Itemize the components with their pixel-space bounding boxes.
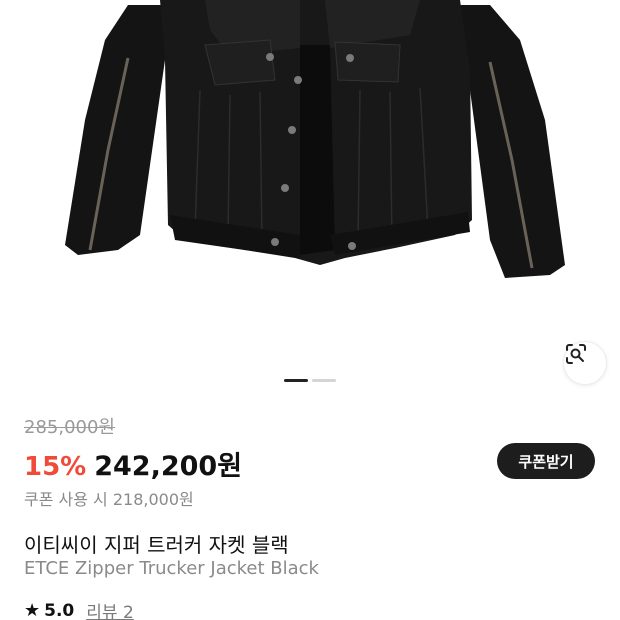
- product-title-english: ETCE Zipper Trucker Jacket Black: [24, 558, 319, 579]
- pager-dot[interactable]: [312, 379, 336, 382]
- product-title-korean: 이티씨이 지퍼 트러커 자켓 블랙: [24, 533, 289, 557]
- coupon-price: 쿠폰 사용 시 218,000원: [24, 490, 194, 509]
- get-coupon-button[interactable]: 쿠폰받기: [497, 443, 595, 479]
- star-icon: ★: [24, 599, 41, 620]
- lens-search-button[interactable]: [563, 341, 607, 385]
- original-price: 285,000원: [24, 417, 115, 438]
- discount-rate: 15%: [24, 452, 87, 482]
- jacket-image: [65, 0, 565, 278]
- rating-row: ★ 5.0 리뷰 2: [24, 598, 134, 620]
- pager-dot-active[interactable]: [284, 379, 308, 382]
- review-link[interactable]: 리뷰 2: [86, 598, 134, 620]
- price-row: 15% 242,200원: [24, 444, 242, 483]
- carousel-pager: [284, 379, 336, 383]
- lens-search-icon: [566, 344, 586, 364]
- product-image-carousel[interactable]: [0, 0, 620, 395]
- sale-price: 242,200원: [94, 451, 243, 482]
- rating-value: 5.0: [44, 600, 75, 620]
